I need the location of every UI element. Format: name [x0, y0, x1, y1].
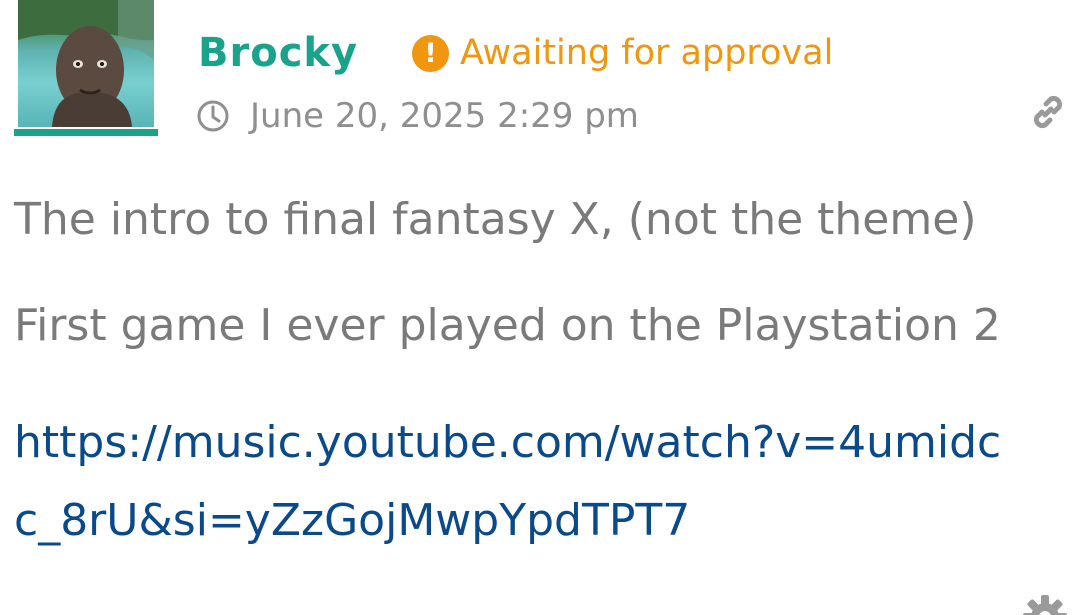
- timestamp-text: June 20, 2025 2:29 pm: [250, 96, 639, 136]
- link-icon[interactable]: [1028, 92, 1068, 132]
- author-name[interactable]: Brocky: [198, 28, 358, 78]
- status-badge: ! Awaiting for approval: [412, 30, 833, 76]
- status-label: Awaiting for approval: [460, 33, 834, 73]
- post-body-line: The intro to final fantasy X, (not the t…: [14, 194, 977, 245]
- forum-post: Brocky ! Awaiting for approval June 20, …: [0, 0, 1080, 615]
- youtube-link[interactable]: https://music.youtube.com/watch?v=4umidc…: [14, 404, 1014, 560]
- avatar-underline: [14, 129, 158, 136]
- clock-icon: [197, 100, 229, 132]
- post-timestamp: June 20, 2025 2:29 pm: [196, 94, 639, 138]
- avatar-image: [18, 0, 154, 127]
- gear-icon[interactable]: [1022, 594, 1068, 615]
- exclamation-circle-icon: !: [412, 34, 449, 72]
- post-body-line: First game I ever played on the Playstat…: [14, 300, 1001, 351]
- avatar[interactable]: [14, 0, 158, 136]
